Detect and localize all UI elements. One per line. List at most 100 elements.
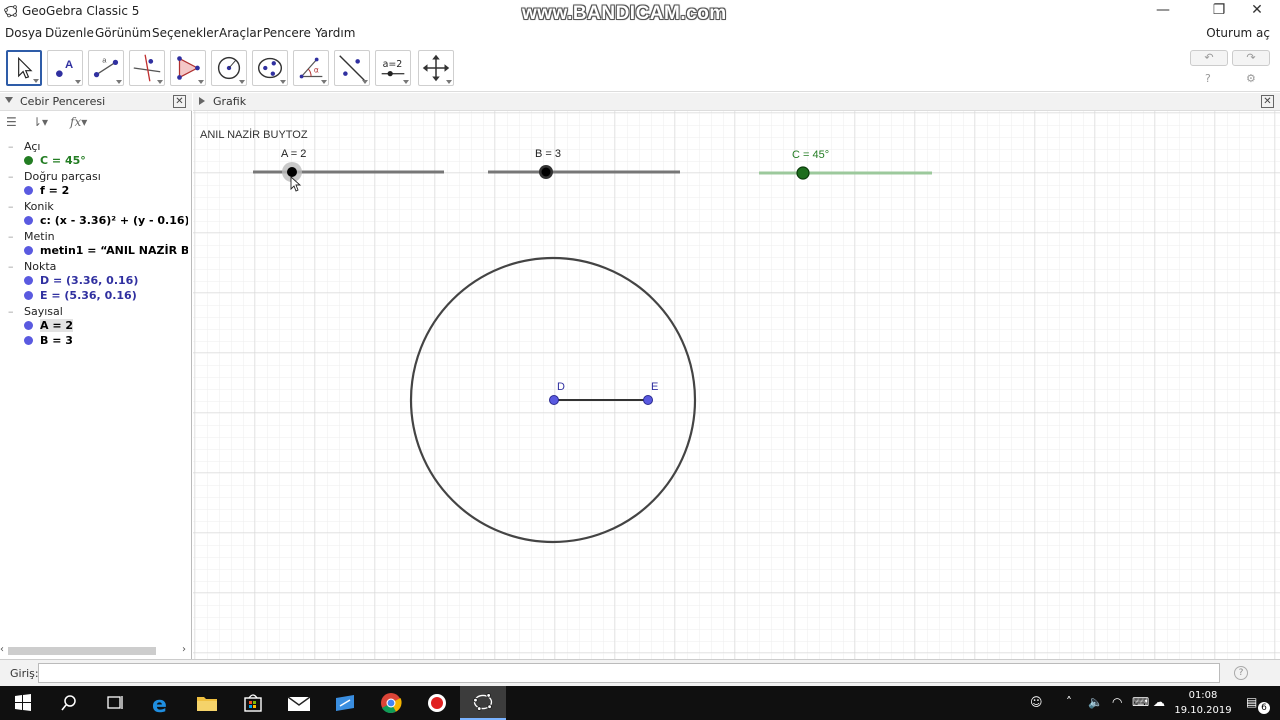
tool-angle[interactable]: α [293, 50, 329, 86]
algebra-item-b[interactable]: B = 3 [24, 334, 188, 347]
search-button[interactable] [46, 686, 92, 720]
algebra-item-metin1[interactable]: metin1 = “ANIL NAZİR BUYTOZ” [24, 244, 188, 257]
task-view-button[interactable] [92, 686, 138, 720]
login-link[interactable]: Oturum aç [1206, 26, 1270, 40]
grid [193, 111, 1280, 659]
group-nokta[interactable]: – Nokta [8, 260, 56, 273]
tool-slider[interactable]: a=2 [375, 50, 411, 86]
algebra-item-c-angle[interactable]: C = 45° [24, 154, 188, 167]
algebra-panel-header[interactable]: Cebir Penceresi ✕ [0, 93, 192, 111]
visibility-dot-icon[interactable] [24, 276, 33, 285]
fx-icon[interactable]: fx▾ [70, 115, 87, 129]
tool-move-graphics[interactable] [418, 50, 454, 86]
geogebra-app-icon [4, 5, 17, 18]
tool-perpendicular[interactable] [129, 50, 165, 86]
tool-ellipse[interactable] [252, 50, 288, 86]
keyboard-icon[interactable]: ⌨ [1132, 695, 1149, 709]
visibility-dot-icon[interactable] [24, 186, 33, 195]
visibility-dot-icon[interactable] [24, 336, 33, 345]
menu-pencere[interactable]: Pencere [263, 26, 311, 40]
tool-reflect[interactable] [334, 50, 370, 86]
sort-icon[interactable]: ⇂▾ [32, 115, 48, 129]
tool-polygon[interactable] [170, 50, 206, 86]
algebra-item-circle-c[interactable]: c: (x - 3.36)² + (y - 0.16)² = 9 [24, 214, 188, 227]
menu-dosya[interactable]: Dosya [5, 26, 42, 40]
start-button[interactable] [0, 686, 46, 720]
menu-lines-icon[interactable]: ☰ [6, 115, 17, 129]
visibility-dot-icon[interactable] [24, 291, 33, 300]
title-bar: GeoGebra Classic 5 www.BANDICAM.com — ❐ … [0, 0, 1280, 24]
scroll-right-icon[interactable]: › [182, 644, 186, 655]
undo-button[interactable]: ↶ [1190, 50, 1228, 66]
input-field[interactable] [38, 663, 1220, 683]
graphics-panel-header[interactable]: Grafik ✕ [193, 93, 1280, 111]
chrome-icon [381, 693, 402, 714]
algebra-subbar: ☰ ⇂▾ fx▾ [0, 113, 192, 133]
scroll-left-icon[interactable]: ‹ [0, 644, 4, 655]
tool-circle[interactable] [211, 50, 247, 86]
tool-move[interactable] [6, 50, 42, 86]
settings-gear-icon[interactable]: ⚙ [1246, 72, 1256, 85]
taskbar-edge[interactable]: e [138, 686, 184, 720]
help-icon[interactable]: ? [1205, 72, 1211, 85]
group-aci[interactable]: – Açı [8, 140, 40, 153]
close-graphics-icon[interactable]: ✕ [1261, 95, 1274, 108]
text-object-name[interactable]: ANIL NAZİR BUYTOZ [200, 128, 308, 141]
slider-b-handle[interactable] [541, 167, 551, 177]
taskbar-geogebra[interactable] [460, 686, 506, 720]
group-sayisal[interactable]: – Sayısal [8, 305, 63, 318]
svg-text:a: a [102, 55, 107, 64]
group-metin[interactable]: – Metin [8, 230, 55, 243]
onedrive-cloud-icon[interactable]: ☁ [1153, 695, 1165, 709]
menu-gorunum[interactable]: Görünüm [95, 26, 151, 40]
input-help-icon[interactable]: ? [1234, 666, 1248, 680]
minimize-button[interactable]: — [1140, 0, 1186, 22]
tool-segment[interactable]: a [88, 50, 124, 86]
visibility-dot-icon[interactable] [24, 321, 33, 330]
store-bag-icon [244, 694, 262, 712]
taskbar-bandicam[interactable] [414, 686, 460, 720]
taskbar-chrome[interactable] [368, 686, 414, 720]
redo-button[interactable]: ↷ [1232, 50, 1270, 66]
algebra-item-f[interactable]: f = 2 [24, 184, 188, 197]
group-dogru-parcasi[interactable]: – Doğru parçası [8, 170, 101, 183]
point-e[interactable] [643, 395, 653, 405]
clock-time: 01:08 [1188, 690, 1218, 701]
taskbar-remote[interactable] [322, 686, 368, 720]
menu-secenekler[interactable]: Seçenekler [152, 26, 219, 40]
algebra-item-a[interactable]: A = 2 [24, 319, 188, 332]
people-icon[interactable]: ☺ [1030, 695, 1043, 709]
algebra-item-point-d[interactable]: D = (3.36, 0.16) [24, 274, 188, 287]
graphics-canvas[interactable]: ANIL NAZİR BUYTOZ A = 2 B = 3 C = 45° D … [193, 111, 1280, 659]
notification-center-icon[interactable]: ▤ [1246, 695, 1257, 709]
collapse-arrow-icon[interactable] [5, 97, 13, 103]
slider-a-handle[interactable] [287, 167, 297, 177]
remote-desktop-icon [336, 695, 354, 711]
volume-icon[interactable]: 🔈 [1088, 695, 1103, 709]
menu-yardim[interactable]: Yardım [315, 26, 355, 40]
input-label: Giriş: [10, 667, 39, 680]
point-d[interactable] [549, 395, 559, 405]
slider-c-handle[interactable] [796, 166, 810, 180]
close-button[interactable]: ✕ [1234, 0, 1280, 22]
visibility-dot-icon[interactable] [24, 216, 33, 225]
visibility-dot-icon[interactable] [24, 156, 33, 165]
algebra-item-point-e[interactable]: E = (5.36, 0.16) [24, 289, 188, 302]
expand-arrow-icon[interactable] [199, 97, 205, 105]
taskbar-explorer[interactable] [184, 686, 230, 720]
algebra-horizontal-scrollbar[interactable]: ‹ › [0, 643, 192, 659]
system-clock[interactable]: 01:08 19.10.2019 [1168, 688, 1238, 718]
taskbar-mail[interactable] [276, 686, 322, 720]
close-algebra-icon[interactable]: ✕ [173, 95, 186, 108]
tool-point[interactable]: A [47, 50, 83, 86]
chevron-up-icon[interactable]: ˄ [1066, 695, 1072, 709]
menu-duzenle[interactable]: Düzenle [45, 26, 94, 40]
taskbar-store[interactable] [230, 686, 276, 720]
notification-count-badge: 6 [1258, 702, 1270, 714]
visibility-dot-icon[interactable] [24, 246, 33, 255]
group-konik[interactable]: – Konik [8, 200, 54, 213]
scrollbar-thumb[interactable] [8, 647, 156, 655]
wifi-icon[interactable]: ◠ [1112, 695, 1122, 709]
clock-date: 19.10.2019 [1174, 705, 1232, 716]
menu-araclar[interactable]: Araçlar [219, 26, 262, 40]
